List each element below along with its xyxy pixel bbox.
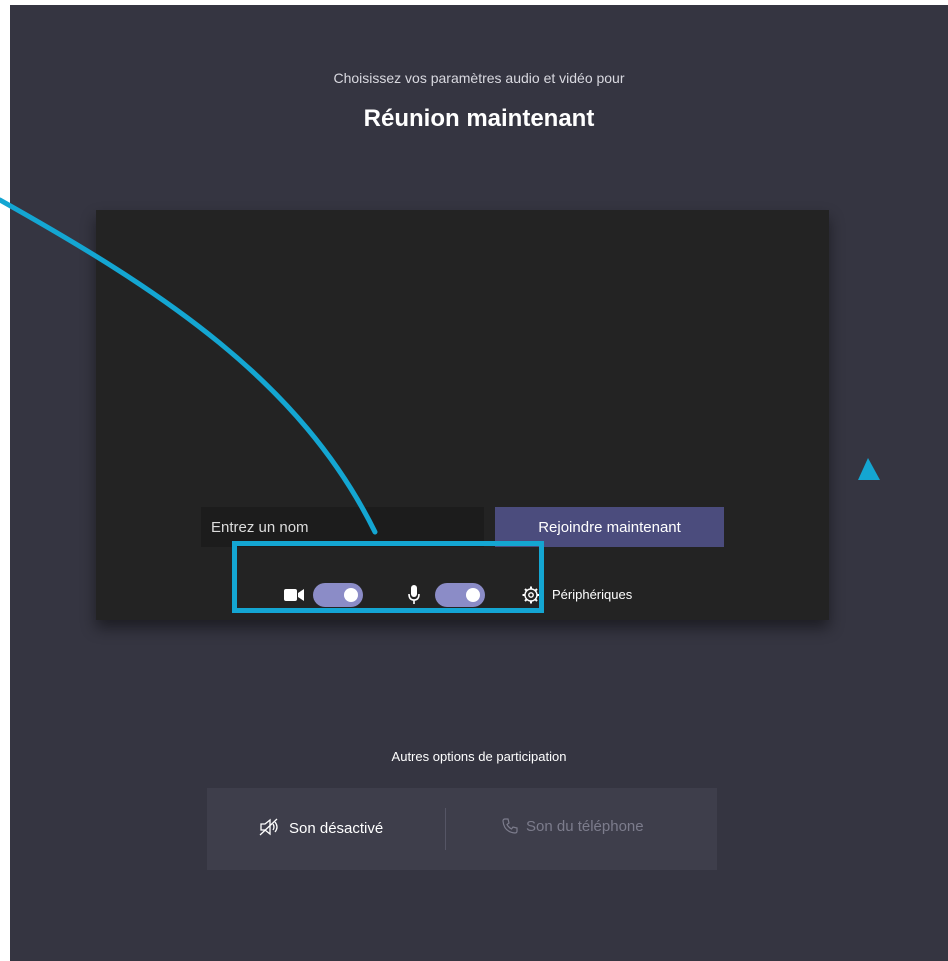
annotation-highlight-box	[232, 541, 544, 613]
annotation-arrow-line	[0, 197, 378, 535]
annotation-overlay	[0, 197, 880, 535]
annotation-triangle-marker	[858, 458, 880, 480]
